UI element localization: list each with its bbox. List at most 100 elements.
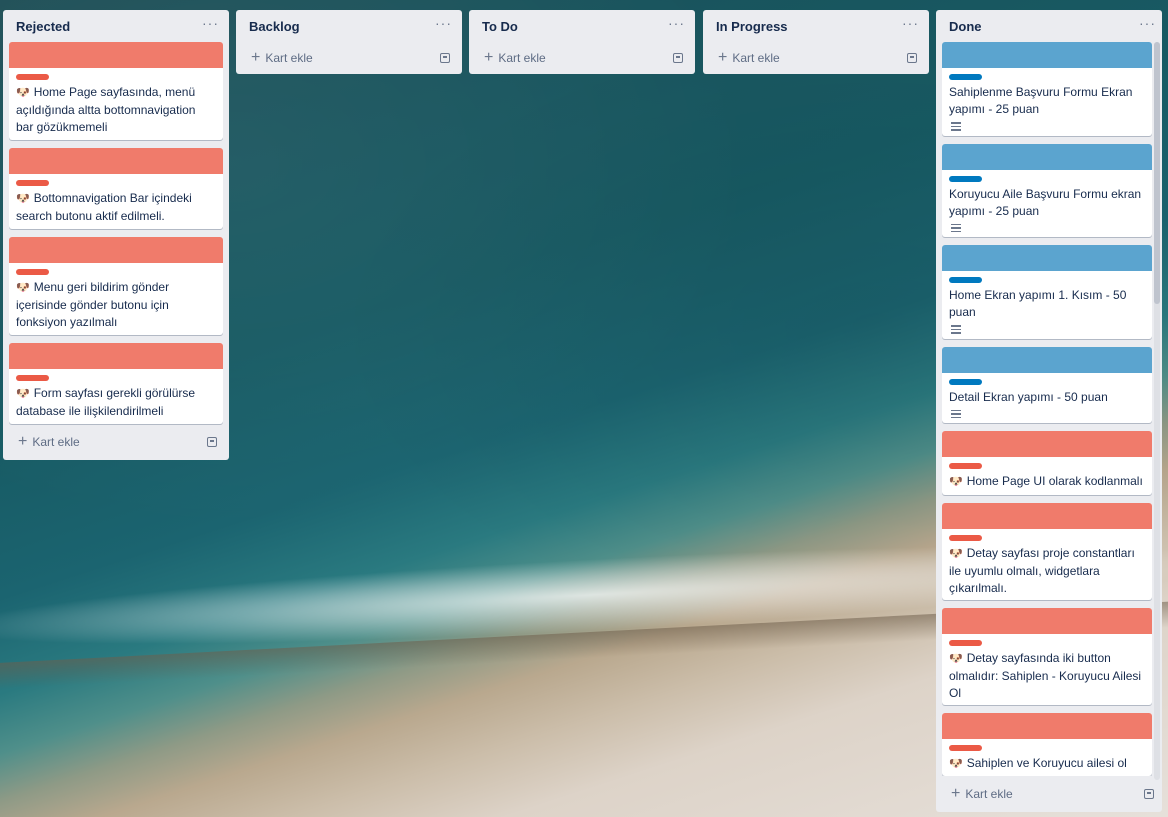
dog-icon: 🐶 — [16, 87, 30, 99]
add-card-label: Kart ekle — [965, 787, 1013, 801]
card-cover — [942, 42, 1152, 68]
card-title: Detail Ekran yapımı - 50 puan — [949, 389, 1108, 404]
card-label — [949, 74, 982, 80]
card-title: Koruyucu Aile Başvuru Formu ekran yapımı… — [949, 186, 1142, 218]
card[interactable]: 🐶 Menu geri bildirim gönder içerisinde gö… — [9, 237, 223, 335]
card-cover — [942, 143, 1152, 170]
description-icon — [951, 409, 961, 419]
list-scrollbar[interactable] — [1154, 42, 1160, 780]
dog-icon: 🐶 — [16, 193, 30, 205]
dog-icon: 🐶 — [949, 476, 963, 489]
card-cover — [9, 343, 223, 369]
plus-icon: + — [484, 49, 494, 66]
list-menu-icon[interactable]: ··· — [202, 16, 219, 36]
card[interactable]: 🐶 Bottomnavigation Bar içindeki search bu… — [9, 148, 223, 229]
card-cover — [9, 42, 223, 68]
card-title: Sahiplenme Başvuru Formu Ekran yapımı - … — [949, 85, 1133, 116]
dog-icon: 🐶 — [16, 388, 30, 400]
list-menu-icon[interactable]: ··· — [1139, 16, 1156, 36]
card-cover — [9, 148, 223, 174]
card-label — [16, 74, 49, 80]
list-footer: + Kart ekle — [942, 776, 1160, 812]
add-card-button[interactable]: + Kart ekle — [951, 786, 1013, 802]
card-cover — [942, 431, 1152, 458]
list-todo: To Do ··· + Kart ekle — [469, 10, 695, 74]
card-template-icon[interactable] — [1144, 789, 1154, 799]
card[interactable]: Home Ekran yapımı 1. Kısım - 50 puan — [942, 245, 1152, 339]
description-icon — [951, 325, 961, 334]
list-header: To Do ··· — [475, 10, 689, 42]
list-footer: + Kart ekle — [9, 424, 223, 460]
card[interactable]: Detail Ekran yapımı - 50 puan — [942, 346, 1152, 424]
list-title[interactable]: Rejected — [16, 19, 70, 34]
card-title: Home Page sayfasında, menü açıldığında a… — [16, 85, 196, 134]
card-label — [949, 175, 982, 182]
card-template-icon[interactable] — [207, 437, 217, 447]
card-label — [949, 744, 982, 751]
card-cover — [942, 502, 1152, 529]
dog-icon: 🐶 — [16, 282, 30, 294]
list-menu-icon[interactable]: ··· — [902, 16, 919, 36]
card-title: Menu geri bildirim gönder içerisinde gön… — [16, 280, 170, 329]
add-card-button[interactable]: + Kart ekle — [718, 50, 780, 66]
card[interactable]: 🐶 Home Page UI olarak kodlanmalı — [942, 431, 1152, 495]
card-label — [949, 534, 982, 541]
list-menu-icon[interactable]: ··· — [668, 16, 685, 36]
card-template-icon[interactable] — [440, 53, 450, 63]
card[interactable]: 🐶 Detay sayfası proje constantları ile uy… — [942, 502, 1152, 600]
add-card-button[interactable]: + Kart ekle — [484, 50, 546, 66]
add-card-label: Kart ekle — [732, 51, 780, 65]
list-header: Done ··· — [942, 10, 1160, 42]
list-rejected: Rejected ··· 🐶 Home Page sayfasında, menü… — [3, 10, 229, 460]
plus-icon: + — [718, 49, 728, 66]
card[interactable]: Koruyucu Aile Başvuru Formu ekran yapımı… — [942, 143, 1152, 238]
list-title[interactable]: Done — [949, 19, 982, 34]
card[interactable]: 🐶 Home Page sayfasında, menü açıldığında … — [9, 42, 223, 140]
card[interactable]: 🐶 Form sayfası gerekli görülürse database… — [9, 343, 223, 424]
list-title[interactable]: To Do — [482, 19, 518, 34]
card-title: Detay sayfası proje constantları ile uyu… — [949, 545, 1135, 595]
list-menu-icon[interactable]: ··· — [435, 16, 452, 36]
card-label — [16, 180, 49, 186]
card-cover — [942, 712, 1152, 739]
description-icon — [951, 223, 961, 233]
list-title[interactable]: Backlog — [249, 19, 300, 34]
card-title: Form sayfası gerekli görülürse database … — [16, 386, 196, 418]
card-cover — [942, 607, 1152, 634]
card-template-icon[interactable] — [907, 53, 917, 63]
card-label — [949, 378, 982, 385]
add-card-label: Kart ekle — [498, 51, 546, 65]
list-footer: + Kart ekle — [709, 42, 923, 74]
card-label — [16, 269, 49, 275]
list-done: Done ··· Sahiplenme Başvuru Formu Ekran … — [936, 10, 1162, 812]
card-cover — [9, 237, 223, 263]
add-card-button[interactable]: + Kart ekle — [251, 50, 313, 66]
card[interactable]: 🐶 Sahiplen ve Koruyucu ailesi ol — [942, 712, 1152, 776]
card-label — [949, 277, 982, 284]
add-card-button[interactable]: + Kart ekle — [18, 434, 80, 450]
dog-icon: 🐶 — [949, 547, 963, 560]
scrollbar-thumb[interactable] — [1154, 42, 1160, 304]
description-icon — [951, 122, 961, 131]
card-list-scroll-area[interactable]: Sahiplenme Başvuru Formu Ekran yapımı - … — [942, 42, 1160, 776]
card-title: Home Ekran yapımı 1. Kısım - 50 puan — [949, 288, 1127, 320]
list-header: In Progress ··· — [709, 10, 923, 42]
card-title: Bottomnavigation Bar içindeki search but… — [16, 191, 192, 223]
dog-icon: 🐶 — [949, 652, 963, 665]
plus-icon: + — [18, 433, 28, 450]
card-cover — [942, 346, 1152, 373]
card-label — [16, 375, 49, 381]
list-footer: + Kart ekle — [242, 42, 456, 74]
card[interactable]: Sahiplenme Başvuru Formu Ekran yapımı - … — [942, 42, 1152, 136]
list-backlog: Backlog ··· + Kart ekle — [236, 10, 462, 74]
card[interactable]: 🐶 Detay sayfasında iki button olmalıdır: … — [942, 607, 1152, 705]
card-cover — [942, 245, 1152, 272]
card-title: Sahiplen ve Koruyucu ailesi ol — [966, 755, 1127, 770]
card-label — [949, 639, 982, 646]
list-title[interactable]: In Progress — [716, 19, 788, 34]
add-card-label: Kart ekle — [265, 51, 313, 65]
card-template-icon[interactable] — [673, 53, 683, 63]
card-title: Detay sayfasında iki button olmalıdır: S… — [949, 650, 1142, 700]
card-label — [949, 463, 982, 470]
plus-icon: + — [951, 785, 961, 802]
